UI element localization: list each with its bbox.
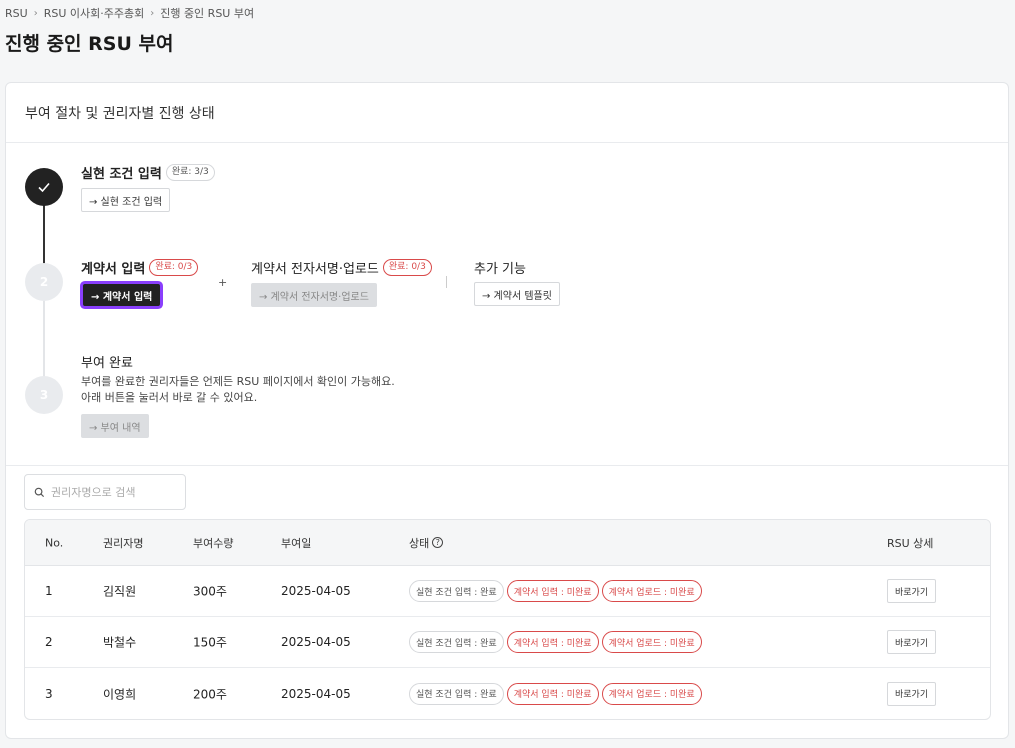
step-2-badge: 완료: 0/3 <box>149 259 199 276</box>
step-connector <box>43 301 45 379</box>
status-contract-upload: 계약서 업로드 : 미완료 <box>601 682 702 705</box>
step-1-badge: 완료: 3/3 <box>165 164 215 181</box>
row-date: 2025-04-05 <box>281 635 351 649</box>
step-3-circle: 3 <box>25 376 63 414</box>
row-name: 박철수 <box>103 635 137 650</box>
step-2-esign-badge: 완료: 0/3 <box>382 259 432 276</box>
table-header: No. 권리자명 부여수량 부여일 상태 ? RSU 상세 <box>25 520 990 566</box>
step-1-button[interactable]: → 실현 조건 입력 <box>81 188 171 212</box>
col-no: No. <box>45 536 64 549</box>
go-button[interactable]: 바로가기 <box>887 579 937 603</box>
col-date: 부여일 <box>281 536 312 550</box>
row-qty: 200주 <box>193 687 227 701</box>
search-box[interactable] <box>24 474 186 510</box>
esign-upload-button[interactable]: → 계약서 전자서명·업로드 <box>251 283 377 307</box>
status-condition: 실현 조건 입력 : 완료 <box>409 631 504 653</box>
row-status: 실현 조건 입력 : 완료 계약서 입력 : 미완료 계약서 업로드 : 미완료 <box>409 631 702 653</box>
row-status: 실현 조건 입력 : 완료 계약서 입력 : 미완료 계약서 업로드 : 미완료 <box>409 682 702 705</box>
go-button[interactable]: 바로가기 <box>887 630 937 654</box>
check-icon <box>38 182 50 193</box>
row-name: 김직원 <box>103 584 137 599</box>
breadcrumb-item-rsu[interactable]: RSU <box>5 7 28 20</box>
breadcrumb-item-current: 진행 중인 RSU 부여 <box>160 7 255 20</box>
divider <box>446 276 447 288</box>
table-row: 1 김직원 300주 2025-04-05 실현 조건 입력 : 완료 계약서 … <box>25 566 990 617</box>
go-button[interactable]: 바로가기 <box>887 681 937 706</box>
row-status: 실현 조건 입력 : 완료 계약서 입력 : 미완료 계약서 업로드 : 미완료 <box>409 580 702 602</box>
table-row: 2 박철수 150주 2025-04-05 실현 조건 입력 : 완료 계약서 … <box>25 617 990 668</box>
row-no: 1 <box>45 584 53 598</box>
step-3-desc-2: 아래 버튼을 눌러서 바로 갈 수 있어요. <box>81 391 258 404</box>
status-condition: 실현 조건 입력 : 완료 <box>409 682 504 705</box>
steps-section: 실현 조건 입력 완료: 3/3 → 실현 조건 입력 2 계약서 입력 완료:… <box>6 143 1008 466</box>
search-icon <box>34 487 45 497</box>
status-contract-upload: 계약서 업로드 : 미완료 <box>601 580 702 602</box>
breadcrumb: RSU › RSU 이사회·주주총회 › 진행 중인 RSU 부여 <box>5 5 254 21</box>
grantee-table: No. 권리자명 부여수량 부여일 상태 ? RSU 상세 1 김직원 300주… <box>24 519 991 720</box>
help-icon[interactable]: ? <box>432 537 444 548</box>
contract-input-button[interactable]: → 계약서 입력 <box>83 284 161 306</box>
chevron-right-icon: › <box>150 7 155 19</box>
breadcrumb-item-board[interactable]: RSU 이사회·주주총회 <box>44 5 145 21</box>
step-2-title: 계약서 입력 완료: 0/3 <box>81 258 199 277</box>
col-detail: RSU 상세 <box>887 536 934 550</box>
status-contract-input: 계약서 입력 : 미완료 <box>506 631 599 653</box>
status-contract-input: 계약서 입력 : 미완료 <box>506 580 599 602</box>
row-date: 2025-04-05 <box>281 686 351 701</box>
step-3-desc-1: 부여를 완료한 권리자들은 언제든 RSU 페이지에서 확인이 가능해요. <box>81 375 395 388</box>
status-condition: 실현 조건 입력 : 완료 <box>409 580 504 602</box>
col-qty: 부여수량 <box>193 536 234 550</box>
step-2-circle: 2 <box>25 263 63 301</box>
table-row: 3 이영희 200주 2025-04-05 실현 조건 입력 : 완료 계약서 … <box>25 668 990 719</box>
page-title: 진행 중인 RSU 부여 <box>5 33 174 55</box>
contract-template-button[interactable]: → 계약서 템플릿 <box>474 282 560 306</box>
step-3-title: 부여 완료 <box>81 356 133 371</box>
step-1-circle <box>25 168 63 206</box>
col-name: 권리자명 <box>103 536 144 550</box>
search-input[interactable] <box>51 485 181 499</box>
plus-sign: + <box>218 276 228 289</box>
chevron-right-icon: › <box>33 7 38 19</box>
extra-features-title: 추가 기능 <box>474 262 526 277</box>
row-no: 2 <box>45 635 53 649</box>
row-qty: 300주 <box>193 584 227 599</box>
row-date: 2025-04-05 <box>281 584 351 598</box>
progress-card: 부여 절차 및 권리자별 진행 상태 실현 조건 입력 완료: 3/3 → 실현… <box>5 82 1009 739</box>
col-status: 상태 ? <box>409 535 444 551</box>
status-contract-upload: 계약서 업로드 : 미완료 <box>601 631 702 653</box>
step-1-title: 실현 조건 입력 완료: 3/3 <box>81 163 215 182</box>
row-name: 이영희 <box>103 687 137 701</box>
grant-history-button[interactable]: → 부여 내역 <box>81 414 149 438</box>
row-no: 3 <box>45 686 53 701</box>
card-title: 부여 절차 및 권리자별 진행 상태 <box>6 83 1008 143</box>
row-qty: 150주 <box>193 635 227 650</box>
status-contract-input: 계약서 입력 : 미완료 <box>506 682 599 705</box>
step-2-esign-title: 계약서 전자서명·업로드 완료: 0/3 <box>251 258 432 277</box>
